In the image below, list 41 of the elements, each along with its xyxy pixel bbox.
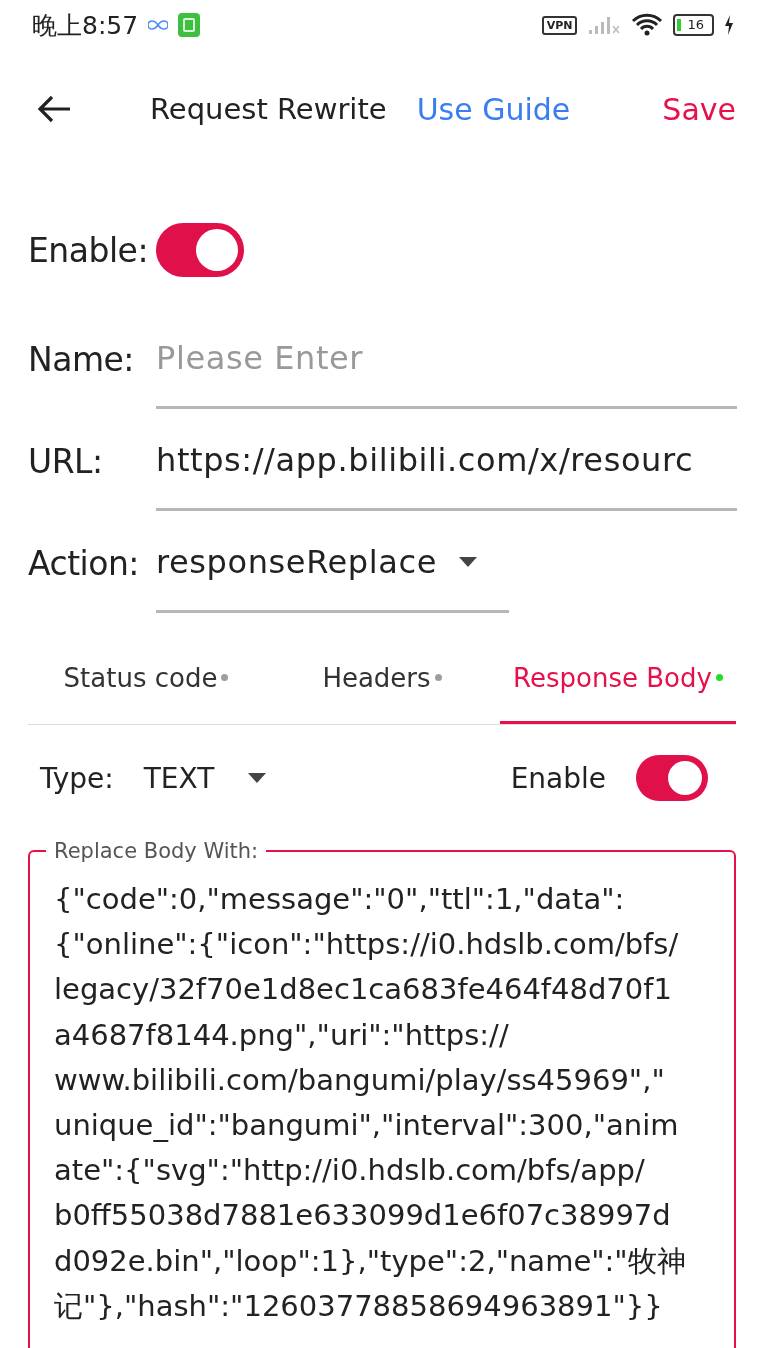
- tab[interactable]: Status code: [28, 634, 264, 724]
- body-text-line: {"online":{"icon":"https://i0.hdslb.com/bfs/: [54, 926, 680, 964]
- signal-icon: [587, 15, 622, 35]
- body-enable-label: Enable: [510, 761, 606, 795]
- page-title: Request Rewrite: [150, 92, 387, 126]
- body-text-line: legacy/32f70e1d8ec1ca683fe464f48d70f1: [54, 971, 673, 1009]
- type-label: Type:: [40, 761, 114, 795]
- url-field[interactable]: https://app.bilibili.com/x/resourc: [156, 411, 737, 511]
- body-enable-toggle[interactable]: [636, 755, 708, 801]
- name-label: Name:: [28, 339, 135, 379]
- status-time: 晚上8:57: [32, 9, 139, 42]
- action-dropdown[interactable]: responseReplace: [156, 513, 509, 613]
- vpn-badge: VPN: [541, 15, 578, 35]
- caret-icon: [248, 773, 267, 783]
- body-text-line: unique_id":"bangumi","interval":300,"anim: [54, 1107, 680, 1144]
- action-label: Action:: [28, 543, 140, 583]
- body-legend: Replace Body With:: [46, 839, 267, 863]
- save-button[interactable]: Save: [662, 91, 736, 127]
- back-icon[interactable]: [36, 94, 72, 124]
- charging-icon: [724, 15, 734, 35]
- body-text-line: ate":{"svg":"http://i0.hdslb.com/bfs/app/: [54, 1152, 646, 1190]
- type-dropdown[interactable]: TEXT: [143, 761, 267, 795]
- body-text-line: b0ff55038d7881e633099d1e6f07c38997d: [54, 1197, 672, 1235]
- tab[interactable]: Headers: [264, 634, 500, 724]
- body-text-area[interactable]: [28, 839, 736, 1348]
- battery-indicator: 16: [673, 14, 714, 36]
- tab[interactable]: Response Body: [500, 634, 736, 724]
- body-text-line: {"code":0,"message":"0","ttl":1,"data":: [54, 881, 626, 918]
- body-text-line: 记"},"hash":"12603778858694963891"}}: [54, 1287, 664, 1325]
- body-text-line: a4687f8144.png","uri":"https://: [54, 1016, 510, 1054]
- enable-label: Enable:: [28, 230, 150, 270]
- app-notification-icon: [178, 13, 201, 37]
- body-text-line: www.bilibili.com/bangumi/play/ss45969",": [54, 1061, 666, 1099]
- infinity-icon: [148, 20, 169, 30]
- body-text-line: d092e.bin","loop":1},"type":2,"name":"牧神: [54, 1242, 687, 1280]
- name-field[interactable]: Please Enter: [156, 309, 737, 409]
- caret-icon: [458, 556, 477, 567]
- use-guide-link[interactable]: Use Guide: [416, 91, 571, 127]
- url-label: URL:: [28, 441, 104, 481]
- enable-toggle[interactable]: [156, 223, 244, 277]
- wifi-icon: [631, 13, 664, 37]
